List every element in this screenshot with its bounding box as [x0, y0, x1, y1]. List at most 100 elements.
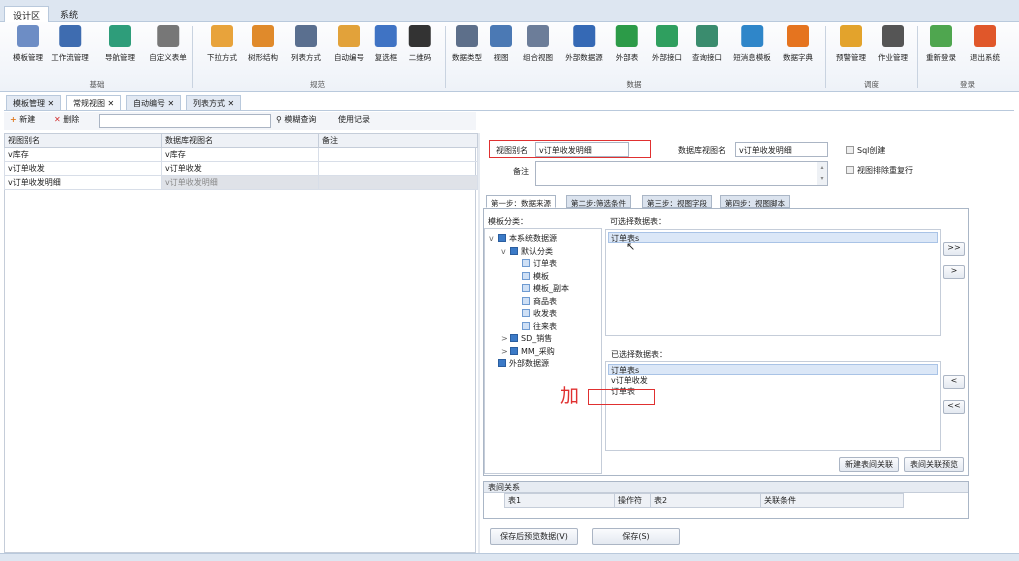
tab-step-1[interactable]: 第一步：数据来源 — [486, 195, 556, 208]
tree-node[interactable]: > SD_销售 — [501, 333, 552, 344]
ribbon-button-tree[interactable]: 树形结构 — [248, 25, 278, 63]
ribbon-button-job[interactable]: 作业管理 — [878, 25, 908, 63]
save-button[interactable]: 保存(S) — [592, 528, 680, 545]
save-preview-button[interactable]: 保存后预览数据(V) — [490, 528, 578, 545]
column-header-table1[interactable]: 表1 — [504, 493, 615, 508]
cell-alias[interactable]: v订单收发明细 — [4, 175, 162, 190]
tree-node[interactable]: 外部数据源 — [489, 358, 549, 369]
cell-dbname[interactable]: v订单收发明细 — [161, 175, 319, 190]
cell-dbname[interactable]: v库存 — [161, 147, 319, 162]
ribbon-button-external-interface[interactable]: 外部接口 — [652, 25, 682, 63]
usage-record-button[interactable]: 使用记录 — [338, 114, 370, 125]
available-table-list[interactable]: 订单表s — [605, 229, 941, 336]
ribbon-button-relogin[interactable]: 重新登录 — [926, 25, 956, 63]
ribbon-button-message-template[interactable]: 短消息模板 — [733, 25, 771, 63]
expand-icon[interactable]: v — [489, 234, 498, 243]
dedupe-checkbox[interactable]: 视图排除重复行 — [846, 165, 913, 176]
close-icon[interactable]: ✕ — [228, 99, 235, 108]
sql-create-checkbox[interactable]: Sql创建 — [846, 145, 885, 156]
cell-dbname[interactable]: v订单收发 — [161, 161, 319, 176]
tree-node[interactable]: 商品表 — [513, 296, 557, 307]
remove-button[interactable]: < — [943, 375, 965, 389]
doc-tab-list-mode[interactable]: 列表方式 ✕ — [186, 95, 242, 111]
ribbon-button-cube[interactable]: 自定义表单 — [149, 25, 187, 63]
tree-node[interactable]: 往来表 — [513, 321, 557, 332]
list-item[interactable]: 订单表 — [608, 386, 938, 397]
tab-design-area[interactable]: 设计区 — [4, 6, 50, 22]
tab-step-3[interactable]: 第三步：视图字段 — [642, 195, 712, 208]
ribbon-button-template[interactable]: 模板管理 — [13, 25, 43, 63]
ribbon-button-label: 预警管理 — [836, 53, 866, 62]
cell-remark[interactable] — [318, 161, 478, 176]
ribbon-button-qrcode[interactable]: 二维码 — [409, 25, 431, 63]
doc-tab-auto-number[interactable]: 自动编号 ✕ — [126, 95, 182, 111]
doc-tab-normal-view[interactable]: 常规视图 ✕ — [66, 95, 122, 111]
expand-icon[interactable]: > — [501, 347, 510, 356]
tree-node[interactable]: 收发表 — [513, 308, 557, 319]
preview-relation-button[interactable]: 表间关联预览 — [904, 457, 964, 472]
list-item[interactable]: v订单收发 — [608, 375, 938, 386]
ribbon-button-external-datasource[interactable]: 外部数据源 — [565, 25, 603, 63]
ribbon-button-auto-number[interactable]: 自动编号 — [334, 25, 364, 63]
remove-all-button[interactable]: << — [943, 400, 965, 414]
new-button[interactable]: + 新建 — [10, 114, 35, 125]
doc-tab-template-management[interactable]: 模板管理 ✕ — [6, 95, 62, 111]
tree-node[interactable]: v 本系统数据源 — [489, 233, 557, 244]
column-header-table2[interactable]: 表2 — [650, 493, 761, 508]
close-icon[interactable]: ✕ — [108, 99, 115, 108]
tree-node[interactable]: > MM_采购 — [501, 346, 555, 357]
tab-step-2[interactable]: 第二步:筛选条件 — [566, 195, 632, 208]
table-row[interactable]: v订单收发 v订单收发 — [4, 161, 478, 176]
ribbon-button-list[interactable]: 列表方式 — [291, 25, 321, 63]
alias-field[interactable]: v订单收发明细 — [535, 142, 629, 157]
tree-node[interactable]: 模板_副本 — [513, 283, 569, 294]
ribbon-button-label: 视图 — [493, 53, 509, 62]
add-all-button[interactable]: >> — [943, 242, 965, 256]
ribbon-button-dropdown[interactable]: 下拉方式 — [207, 25, 237, 63]
splitter[interactable] — [478, 133, 480, 553]
remark-field[interactable] — [535, 161, 828, 186]
cell-alias[interactable]: v库存 — [4, 147, 162, 162]
list-item[interactable]: 订单表s — [608, 364, 938, 375]
column-header-operator[interactable]: 操作符 — [614, 493, 651, 508]
table-row[interactable]: v库存 v库存 — [4, 147, 478, 162]
remark-scrollbar[interactable]: ▴ ▾ — [817, 162, 827, 185]
ribbon-button-data-dictionary[interactable]: 数据字典 — [783, 25, 813, 63]
table-row[interactable]: v订单收发明细 v订单收发明细 — [4, 175, 478, 190]
add-button[interactable]: > — [943, 265, 965, 279]
list-item[interactable]: 订单表s — [608, 232, 938, 243]
dbname-field[interactable]: v订单收发明细 — [735, 142, 828, 157]
close-icon[interactable]: ✕ — [168, 99, 175, 108]
ribbon-button-navigation[interactable]: 导航管理 — [105, 25, 135, 63]
ribbon-button-combined-view[interactable]: 组合视图 — [523, 25, 553, 63]
ribbon-button-warning[interactable]: 预警管理 — [836, 25, 866, 63]
column-header-alias[interactable]: 视图别名 — [4, 133, 162, 148]
ribbon-button-power[interactable]: 退出系统 — [970, 25, 1000, 63]
tree-node[interactable]: 订单表 — [513, 258, 557, 269]
expand-icon[interactable]: v — [501, 247, 510, 256]
column-header-dbname[interactable]: 数据库视图名 — [161, 133, 319, 148]
column-header-condition[interactable]: 关联条件 — [760, 493, 904, 508]
selected-table-list[interactable]: 订单表s v订单收发 订单表 — [605, 361, 941, 451]
tree-node[interactable]: v 默认分类 — [501, 246, 553, 257]
close-icon[interactable]: ✕ — [48, 99, 55, 108]
tab-system[interactable]: 系统 — [52, 6, 86, 22]
ribbon-button-data-type[interactable]: 数据类型 — [452, 25, 482, 63]
column-header-remark[interactable]: 备注 — [318, 133, 478, 148]
ribbon-button-external-table[interactable]: 外部表 — [616, 25, 638, 63]
expand-icon[interactable]: > — [501, 334, 510, 343]
cell-remark[interactable] — [318, 175, 478, 190]
tab-step-4[interactable]: 第四步：视图脚本 — [720, 195, 790, 208]
tree-node[interactable]: 模板 — [513, 271, 549, 282]
ribbon-button-query-interface[interactable]: 查询接口 — [692, 25, 722, 63]
dedupe-label: 视图排除重复行 — [857, 166, 913, 175]
delete-button[interactable]: ✕ 删除 — [54, 114, 79, 125]
fuzzy-query-button[interactable]: ⚲ 模糊查询 — [276, 114, 316, 125]
ribbon-button-view[interactable]: 视图 — [490, 25, 512, 63]
search-input[interactable] — [99, 114, 271, 128]
cell-remark[interactable] — [318, 147, 478, 162]
ribbon-button-checkbox[interactable]: 复选框 — [375, 25, 397, 63]
cell-alias[interactable]: v订单收发 — [4, 161, 162, 176]
new-relation-button[interactable]: 新建表间关联 — [839, 457, 899, 472]
ribbon-button-workflow[interactable]: 工作流管理 — [51, 25, 89, 63]
